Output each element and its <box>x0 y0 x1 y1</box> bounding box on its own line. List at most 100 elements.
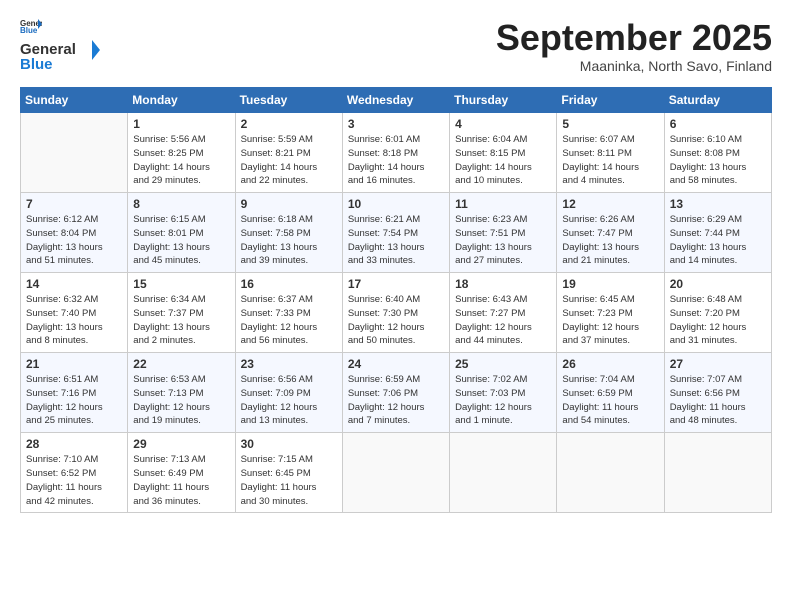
day-info: Sunrise: 6:40 AM Sunset: 7:30 PM Dayligh… <box>348 293 444 348</box>
title-block: September 2025 Maaninka, North Savo, Fin… <box>496 18 772 74</box>
col-saturday: Saturday <box>664 88 771 113</box>
calendar-cell: 12 Sunrise: 6:26 AM Sunset: 7:47 PM Dayli… <box>557 193 664 273</box>
day-info: Sunrise: 7:15 AM Sunset: 6:45 PM Dayligh… <box>241 453 337 508</box>
day-number: 18 <box>455 277 551 291</box>
day-info: Sunrise: 6:26 AM Sunset: 7:47 PM Dayligh… <box>562 213 658 268</box>
calendar-cell: 9Sunrise: 6:18 AM Sunset: 7:58 PM Daylig… <box>235 193 342 273</box>
logo: General Blue General Blue <box>20 18 100 77</box>
col-tuesday: Tuesday <box>235 88 342 113</box>
calendar-cell: 25 Sunrise: 7:02 AM Sunset: 7:03 PM Dayli… <box>450 353 557 433</box>
calendar-cell: 5 Sunrise: 6:07 AM Sunset: 8:11 PM Daylig… <box>557 113 664 193</box>
col-monday: Monday <box>128 88 235 113</box>
day-number: 11 <box>455 197 551 211</box>
calendar-cell: 8 Sunrise: 6:15 AM Sunset: 8:01 PM Daylig… <box>128 193 235 273</box>
day-number: 27 <box>670 357 766 371</box>
day-number: 15 <box>133 277 229 291</box>
day-info: Sunrise: 6:18 AM Sunset: 7:58 PM Dayligh… <box>241 213 337 268</box>
day-info: Sunrise: 6:21 AM Sunset: 7:54 PM Dayligh… <box>348 213 444 268</box>
calendar-cell: 30 Sunrise: 7:15 AM Sunset: 6:45 PM Dayli… <box>235 433 342 513</box>
day-number: 29 <box>133 437 229 451</box>
col-sunday: Sunday <box>21 88 128 113</box>
logo-icon: General Blue <box>20 18 42 34</box>
day-number: 25 <box>455 357 551 371</box>
day-number: 19 <box>562 277 658 291</box>
calendar-cell: 23 Sunrise: 6:56 AM Sunset: 7:09 PM Dayli… <box>235 353 342 433</box>
calendar-cell: 11 Sunrise: 6:23 AM Sunset: 7:51 PM Dayli… <box>450 193 557 273</box>
day-number: 4 <box>455 117 551 131</box>
calendar-cell: 10 Sunrise: 6:21 AM Sunset: 7:54 PM Dayli… <box>342 193 449 273</box>
calendar-cell: 21Sunrise: 6:51 AM Sunset: 7:16 PM Dayli… <box>21 353 128 433</box>
day-info: Sunrise: 7:04 AM Sunset: 6:59 PM Dayligh… <box>562 373 658 428</box>
calendar-cell: 1Sunrise: 5:56 AM Sunset: 8:25 PM Daylig… <box>128 113 235 193</box>
calendar-cell <box>557 433 664 513</box>
day-number: 6 <box>670 117 766 131</box>
day-number: 10 <box>348 197 444 211</box>
week-row: 7 Sunrise: 6:12 AM Sunset: 8:04 PM Daylig… <box>21 193 772 273</box>
day-info: Sunrise: 6:01 AM Sunset: 8:18 PM Dayligh… <box>348 133 444 188</box>
day-number: 8 <box>133 197 229 211</box>
day-number: 13 <box>670 197 766 211</box>
day-number: 5 <box>562 117 658 131</box>
day-number: 2 <box>241 117 337 131</box>
day-info: Sunrise: 6:29 AM Sunset: 7:44 PM Dayligh… <box>670 213 766 268</box>
calendar-cell: 20 Sunrise: 6:48 AM Sunset: 7:20 PM Dayli… <box>664 273 771 353</box>
day-info: Sunrise: 5:56 AM Sunset: 8:25 PM Dayligh… <box>133 133 229 188</box>
calendar-table: Sunday Monday Tuesday Wednesday Thursday… <box>20 87 772 513</box>
calendar-cell: 19 Sunrise: 6:45 AM Sunset: 7:23 PM Dayli… <box>557 273 664 353</box>
day-info: Sunrise: 6:43 AM Sunset: 7:27 PM Dayligh… <box>455 293 551 348</box>
day-info: Sunrise: 6:59 AM Sunset: 7:06 PM Dayligh… <box>348 373 444 428</box>
calendar-cell: 4 Sunrise: 6:04 AM Sunset: 8:15 PM Daylig… <box>450 113 557 193</box>
header-row: Sunday Monday Tuesday Wednesday Thursday… <box>21 88 772 113</box>
day-info: Sunrise: 6:15 AM Sunset: 8:01 PM Dayligh… <box>133 213 229 268</box>
calendar-cell: 26Sunrise: 7:04 AM Sunset: 6:59 PM Dayli… <box>557 353 664 433</box>
calendar-cell <box>342 433 449 513</box>
calendar-cell: 13 Sunrise: 6:29 AM Sunset: 7:44 PM Dayli… <box>664 193 771 273</box>
day-number: 3 <box>348 117 444 131</box>
day-info: Sunrise: 6:07 AM Sunset: 8:11 PM Dayligh… <box>562 133 658 188</box>
calendar-cell: 18 Sunrise: 6:43 AM Sunset: 7:27 PM Dayli… <box>450 273 557 353</box>
day-info: Sunrise: 6:37 AM Sunset: 7:33 PM Dayligh… <box>241 293 337 348</box>
day-info: Sunrise: 6:45 AM Sunset: 7:23 PM Dayligh… <box>562 293 658 348</box>
col-wednesday: Wednesday <box>342 88 449 113</box>
day-info: Sunrise: 7:07 AM Sunset: 6:56 PM Dayligh… <box>670 373 766 428</box>
day-number: 20 <box>670 277 766 291</box>
calendar-cell: 16Sunrise: 6:37 AM Sunset: 7:33 PM Dayli… <box>235 273 342 353</box>
day-number: 21 <box>26 357 122 371</box>
day-info: Sunrise: 6:12 AM Sunset: 8:04 PM Dayligh… <box>26 213 122 268</box>
day-number: 23 <box>241 357 337 371</box>
day-info: Sunrise: 6:34 AM Sunset: 7:37 PM Dayligh… <box>133 293 229 348</box>
svg-text:Blue: Blue <box>20 56 53 72</box>
week-row: 21Sunrise: 6:51 AM Sunset: 7:16 PM Dayli… <box>21 353 772 433</box>
calendar-cell: 28Sunrise: 7:10 AM Sunset: 6:52 PM Dayli… <box>21 433 128 513</box>
day-number: 30 <box>241 437 337 451</box>
calendar-cell: 27 Sunrise: 7:07 AM Sunset: 6:56 PM Dayli… <box>664 353 771 433</box>
week-row: 28Sunrise: 7:10 AM Sunset: 6:52 PM Dayli… <box>21 433 772 513</box>
calendar-cell <box>21 113 128 193</box>
day-number: 14 <box>26 277 122 291</box>
day-info: Sunrise: 6:48 AM Sunset: 7:20 PM Dayligh… <box>670 293 766 348</box>
calendar-cell: 17 Sunrise: 6:40 AM Sunset: 7:30 PM Dayli… <box>342 273 449 353</box>
day-info: Sunrise: 6:04 AM Sunset: 8:15 PM Dayligh… <box>455 133 551 188</box>
header: General Blue General Blue September 2025… <box>20 18 772 77</box>
day-info: Sunrise: 5:59 AM Sunset: 8:21 PM Dayligh… <box>241 133 337 188</box>
day-info: Sunrise: 6:23 AM Sunset: 7:51 PM Dayligh… <box>455 213 551 268</box>
week-row: 1Sunrise: 5:56 AM Sunset: 8:25 PM Daylig… <box>21 113 772 193</box>
day-info: Sunrise: 7:02 AM Sunset: 7:03 PM Dayligh… <box>455 373 551 428</box>
day-info: Sunrise: 6:10 AM Sunset: 8:08 PM Dayligh… <box>670 133 766 188</box>
calendar-cell: 7 Sunrise: 6:12 AM Sunset: 8:04 PM Daylig… <box>21 193 128 273</box>
calendar-cell: 22Sunrise: 6:53 AM Sunset: 7:13 PM Dayli… <box>128 353 235 433</box>
calendar-cell: 29Sunrise: 7:13 AM Sunset: 6:49 PM Dayli… <box>128 433 235 513</box>
day-number: 7 <box>26 197 122 211</box>
calendar-cell <box>664 433 771 513</box>
day-number: 17 <box>348 277 444 291</box>
day-number: 12 <box>562 197 658 211</box>
calendar-cell: 24 Sunrise: 6:59 AM Sunset: 7:06 PM Dayli… <box>342 353 449 433</box>
calendar-cell: 6 Sunrise: 6:10 AM Sunset: 8:08 PM Daylig… <box>664 113 771 193</box>
day-number: 24 <box>348 357 444 371</box>
calendar-cell: 3 Sunrise: 6:01 AM Sunset: 8:18 PM Daylig… <box>342 113 449 193</box>
location-subtitle: Maaninka, North Savo, Finland <box>496 58 772 74</box>
day-info: Sunrise: 6:53 AM Sunset: 7:13 PM Dayligh… <box>133 373 229 428</box>
day-info: Sunrise: 7:10 AM Sunset: 6:52 PM Dayligh… <box>26 453 122 508</box>
day-info: Sunrise: 6:56 AM Sunset: 7:09 PM Dayligh… <box>241 373 337 428</box>
week-row: 14Sunrise: 6:32 AM Sunset: 7:40 PM Dayli… <box>21 273 772 353</box>
